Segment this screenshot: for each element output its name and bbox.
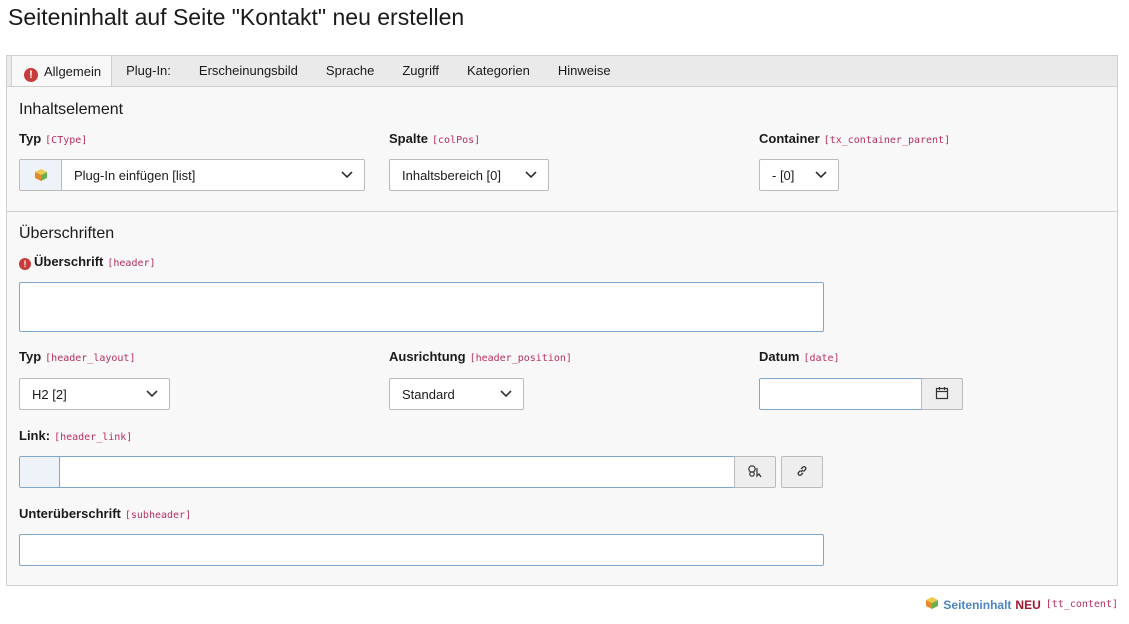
subheader-label: Unterüberschrift [subheader] (19, 506, 191, 521)
ctype-code: [CType] (45, 135, 88, 146)
link-label: Link: [header_link] (19, 428, 132, 443)
tab-hinweise[interactable]: Hinweise (544, 56, 625, 87)
cube-icon (925, 596, 939, 613)
chevron-down-icon (489, 390, 523, 398)
tab-zugriff[interactable]: Zugriff (388, 56, 453, 87)
header-position-label: Ausrichtung [header_position] (389, 349, 572, 364)
header-layout-code: [header_layout] (45, 353, 136, 364)
container-value: - [0] (772, 167, 795, 183)
header-layout-select[interactable]: H2 [2] (19, 378, 170, 410)
error-icon: ! (24, 68, 38, 82)
tab-kategorien[interactable]: Kategorien (453, 56, 544, 87)
chevron-down-icon (804, 171, 838, 179)
subheader-code: [subheader] (124, 510, 192, 521)
tab-sprache[interactable]: Sprache (312, 56, 388, 87)
date-label: Datum [date] (759, 349, 840, 364)
date-code: [date] (803, 353, 840, 364)
chevron-down-icon (135, 390, 169, 398)
tab-label: Allgemein (44, 64, 102, 79)
header-layout-label: Typ [header_layout] (19, 349, 135, 364)
link-code: [header_link] (54, 432, 133, 443)
colpos-label: Spalte [colPos] (389, 131, 480, 146)
colpos-value: Inhaltsbereich [0] (402, 167, 502, 183)
page-title: Seiteninhalt auf Seite "Kontakt" neu ers… (8, 4, 465, 30)
colpos-select[interactable]: Inhaltsbereich [0] (389, 159, 549, 191)
cube-icon (20, 160, 62, 190)
header-position-code: [header_position] (469, 353, 572, 364)
subheader-label-text: Unterüberschrift (19, 506, 121, 521)
container-code: [tx_container_parent] (823, 135, 951, 146)
header-layout-label-text: Typ (19, 349, 42, 364)
record-type-name: Seiteninhalt (943, 597, 1012, 612)
link-button[interactable] (781, 456, 823, 488)
link-input[interactable] (19, 456, 736, 488)
tab-plugin[interactable]: Plug-In: (112, 56, 185, 87)
link-browser-icon (747, 464, 763, 481)
header-code: [header] (107, 258, 156, 269)
record-table-code: [tt_content] (1045, 599, 1118, 610)
calendar-icon (935, 386, 949, 403)
record-status: NEU (1015, 597, 1041, 612)
subheader-input[interactable] (19, 534, 824, 566)
header-layout-value: H2 [2] (32, 386, 67, 402)
container-label: Container [tx_container_parent] (759, 131, 950, 146)
error-icon: ! (19, 258, 31, 270)
ctype-label-text: Typ (19, 131, 42, 146)
header-label-text: Überschrift (34, 254, 104, 269)
tab-erscheinungsbild[interactable]: Erscheinungsbild (185, 56, 312, 87)
header-position-label-text: Ausrichtung (389, 349, 466, 364)
section-divider (7, 211, 1117, 212)
link-label-text: Link: (19, 428, 51, 443)
colpos-label-text: Spalte (389, 131, 429, 146)
header-position-value: Standard (402, 386, 455, 402)
tab-allgemein[interactable]: ! Allgemein (11, 55, 113, 88)
container-label-text: Container (759, 131, 820, 146)
tab-bar: ! Allgemein Plug-In: Erscheinungsbild Spr… (6, 55, 1118, 88)
link-type-indicator (20, 457, 60, 487)
chevron-down-icon (514, 171, 548, 179)
link-browser-button[interactable] (734, 456, 776, 488)
section-title-headers: Überschriften (19, 225, 115, 242)
ctype-label: Typ [CType] (19, 131, 87, 146)
chevron-down-icon (330, 171, 364, 179)
header-label: ! Überschrift [header] (19, 254, 156, 270)
ctype-select[interactable]: Plug-In einfügen [list] (19, 159, 365, 191)
calendar-button[interactable] (921, 378, 963, 410)
header-input[interactable] (19, 282, 824, 332)
section-title-content-element: Inhaltselement (19, 101, 124, 118)
ctype-value: Plug-In einfügen [list] (74, 167, 196, 183)
container-select[interactable]: - [0] (759, 159, 839, 191)
date-label-text: Datum (759, 349, 800, 364)
header-position-select[interactable]: Standard (389, 378, 524, 410)
link-icon (795, 464, 809, 481)
record-info: Seiteninhalt NEU [tt_content] (925, 596, 1118, 613)
form-panel: Inhaltselement Typ [CType] Plug-In einfüg… (6, 86, 1118, 586)
colpos-code: [colPos] (432, 135, 481, 146)
date-input[interactable] (759, 378, 923, 410)
